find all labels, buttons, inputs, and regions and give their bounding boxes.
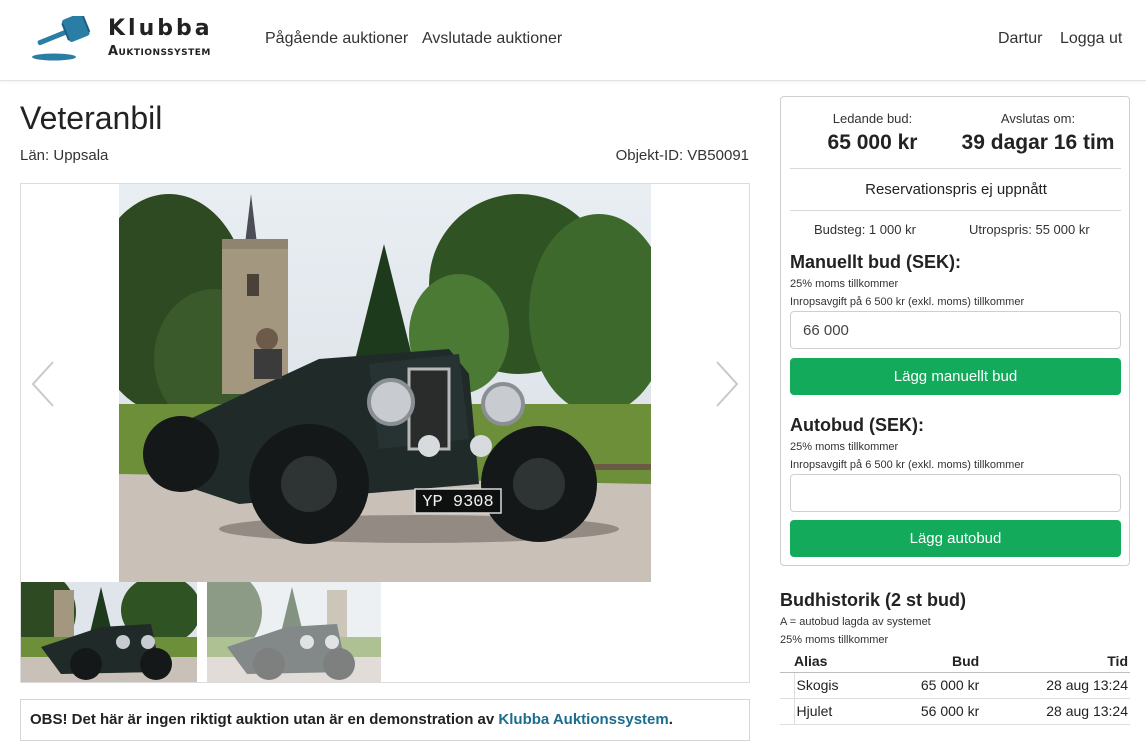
bid-panel: Ledande bud: 65 000 kr Avslutas om: 39 d… [780,96,1130,566]
thumbnail-image [21,582,197,682]
ends-in-value: 39 dagar 16 tim [961,131,1115,154]
thumbnail-image [207,582,381,682]
auto-bid-legend: A = autobud lagda av systemet [780,616,931,628]
page-title: Veteranbil [20,100,163,136]
place-auto-bid-button[interactable]: Lägg autobud [790,520,1121,557]
bid-time: 28 aug 13:24 [979,672,1130,699]
manual-bid-heading: Manuellt bud (SEK): [790,252,961,272]
place-manual-bid-button[interactable]: Lägg manuellt bud [790,358,1121,395]
leading-bid-value: 65 000 kr [827,131,918,154]
nav-ended-auctions[interactable]: Avslutade auktioner [422,30,562,48]
bid-history-title: Budhistorik (2 st bud) [780,590,966,610]
leading-bid-label: Ledande bud: [832,111,913,126]
auto-fee-note: Inropsavgift på 6 500 kr (exkl. moms) ti… [790,459,1025,471]
column-bid: Bud [874,650,980,673]
brand-name: Klubba [108,16,213,41]
auto-bid-input[interactable] [790,474,1121,512]
object-id-label: Objekt-ID: VB50091 [615,147,749,164]
row-marker [780,698,795,725]
brand-subtitle: Auktionssystem [108,44,211,59]
bid-alias: Hjulet [794,698,875,725]
county-label: Län: Uppsala [20,147,109,164]
gallery-thumbnail-2[interactable] [207,582,381,682]
brand-logo[interactable]: Klubba Auktionssystem [30,14,230,66]
gallery-thumbnail-1[interactable] [21,582,197,682]
bid-amount: 56 000 kr [874,698,980,725]
divider [790,168,1121,169]
column-time: Tid [979,650,1130,673]
manual-vat-note: 25% moms tillkommer [790,278,899,290]
license-plate: YP 9308 [422,493,493,512]
chevron-left-icon [29,360,55,408]
nav-user-profile[interactable]: Dartur [998,30,1042,48]
bid-time: 28 aug 13:24 [979,698,1130,725]
nav-ongoing-auctions[interactable]: Pågående auktioner [265,30,408,48]
row-marker [780,672,795,699]
auto-vat-note: 25% moms tillkommer [790,441,899,453]
notice-suffix: . [668,711,673,728]
vintage-car-photo: YP 9308 [119,184,651,582]
image-gallery: YP 9308 [20,183,750,683]
bid-amount: 65 000 kr [874,672,980,699]
ends-in-label: Avslutas om: [1000,111,1076,126]
gallery-prev-arrow[interactable] [29,359,59,409]
bid-step-label: Budsteg: 1 000 kr [814,222,916,237]
top-navbar: Klubba Auktionssystem Pågående auktioner… [0,0,1146,81]
chevron-right-icon [715,360,741,408]
nav-logout[interactable]: Logga ut [1060,30,1122,48]
gavel-icon [32,16,91,61]
main-photo[interactable]: YP 9308 [119,184,651,582]
column-alias: Alias [780,650,875,673]
table-header-row: Alias Bud Tid [780,650,1130,673]
table-row: Skogis 65 000 kr 28 aug 13:24 [780,672,1130,699]
manual-fee-note: Inropsavgift på 6 500 kr (exkl. moms) ti… [790,296,1025,308]
table-row: Hjulet 56 000 kr 28 aug 13:24 [780,698,1130,725]
bid-alias: Skogis [794,672,875,699]
notice-text: OBS! Det här är ingen riktigt auktion ut… [30,711,499,728]
gallery-next-arrow[interactable] [711,359,741,409]
start-price-label: Utropspris: 55 000 kr [969,222,1090,237]
divider [790,210,1121,211]
history-vat-note: 25% moms tillkommer [780,634,889,646]
demo-notice: OBS! Det här är ingen riktigt auktion ut… [20,699,750,741]
auto-bid-heading: Autobud (SEK): [790,415,924,435]
notice-link[interactable]: Klubba Auktionssystem [498,711,668,728]
manual-bid-input[interactable] [790,311,1121,349]
bid-history-table: Alias Bud Tid Skogis 65 000 kr 28 aug 13… [780,650,1130,725]
reserve-status: Reservationspris ej uppnått [865,181,1047,198]
